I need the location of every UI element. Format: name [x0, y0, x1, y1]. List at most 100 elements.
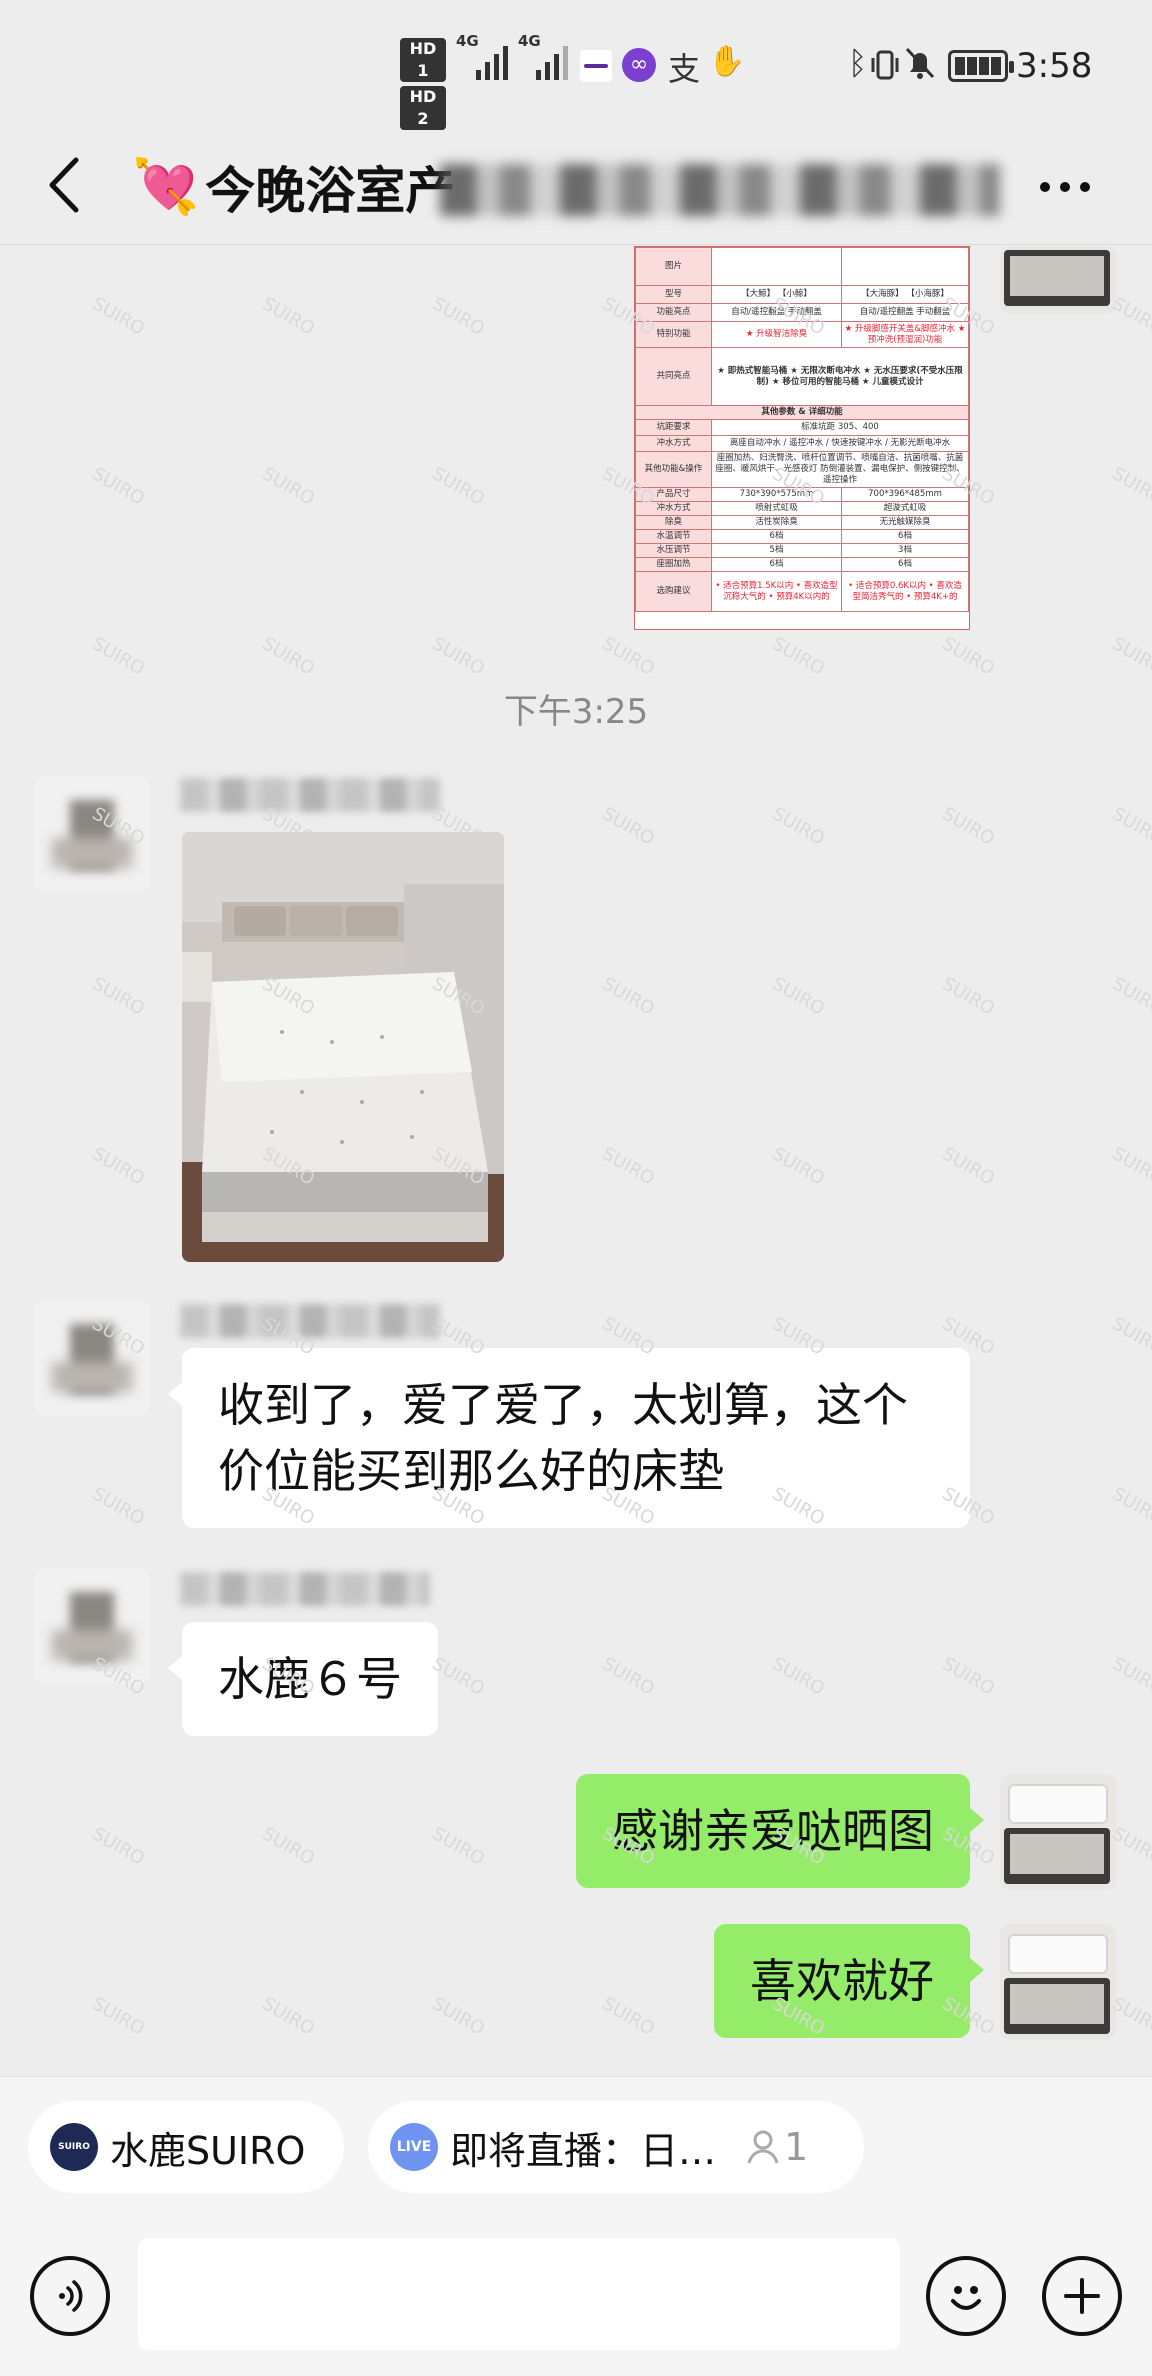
watermark-text: SUIRO — [1108, 803, 1152, 850]
self-avatar[interactable] — [1000, 1924, 1116, 2040]
table-row: 其他功能&操作 座圈加热、妇洗臀洗、喷杆位置调节、喷嘴自洁、抗菌喷嘴、抗菌座圈、暖… — [635, 451, 969, 488]
table-cell: 【大海豚】 【小海豚】 — [841, 285, 969, 304]
signal-icon-2 — [536, 40, 568, 80]
table-section-header: 其他参数 & 详细功能 — [635, 405, 969, 420]
watermark-text: SUIRO — [88, 1483, 149, 1530]
table-row: 水压调节 5档 3档 — [635, 543, 969, 558]
redacted-title — [440, 164, 1000, 216]
suiro-shop-label: 水鹿SUIRO — [110, 2128, 306, 2173]
watermark-text: SUIRO — [88, 633, 149, 680]
more-options-icon[interactable] — [1040, 182, 1090, 192]
table-row: 其他参数 & 详细功能 — [635, 405, 969, 420]
table-cell: 无光触媒除臭 — [841, 515, 969, 530]
bed-mattress-photo[interactable] — [182, 832, 504, 1262]
bluetooth-icon: ᛒ — [848, 44, 868, 82]
self-avatar[interactable] — [1000, 1774, 1116, 1890]
suiro-shop-chip[interactable]: SUIRO 水鹿SUIRO — [28, 2101, 344, 2193]
watermark-text: SUIRO — [258, 633, 319, 680]
live-stream-label: 即将直播：日… — [450, 2128, 717, 2173]
mute-bell-icon — [905, 47, 935, 79]
table-row: 座圈加热 6档 6档 — [635, 557, 969, 572]
watermark-text: SUIRO — [598, 803, 659, 850]
message-bubble[interactable]: 水鹿６号 — [168, 1622, 438, 1736]
watermark-text: SUIRO — [938, 1653, 999, 1700]
table-row: 选购建议 • 适合预算1.5K以内 • 喜欢造型沉稳大气的 • 预算4K以内的 • … — [635, 571, 969, 612]
voice-input-button[interactable] — [30, 2256, 110, 2336]
status-bar: HD 1 HD 2 4G 4G ∞ 支 ✋ ᛒ 3:58 — [0, 0, 1152, 130]
table-row: 坑距要求 标准坑距 305、400 — [635, 419, 969, 436]
watermark-text: SUIRO — [598, 633, 659, 680]
watermark-text: SUIRO — [768, 633, 829, 680]
watermark-text: SUIRO — [1108, 973, 1152, 1020]
chat-title[interactable]: 💘 今晚浴室产 — [132, 152, 455, 222]
back-arrow-icon[interactable] — [36, 150, 96, 220]
watermark-text: SUIRO — [258, 1993, 319, 2040]
emoji-button[interactable] — [926, 2256, 1006, 2336]
shortcut-bar: SUIRO 水鹿SUIRO LIVE 即将直播：日… 1 — [0, 2076, 1152, 2216]
watermark-text: SUIRO — [598, 973, 659, 1020]
message-text-input[interactable] — [138, 2238, 900, 2350]
self-message-bubble[interactable]: 感谢亲爱哒晒图 — [576, 1774, 984, 1888]
table-row-label: 产品尺寸 — [635, 487, 712, 502]
message-input-bar — [0, 2216, 1152, 2376]
watermark-text: SUIRO — [428, 463, 489, 510]
sender-avatar[interactable] — [34, 1300, 150, 1416]
message-timestamp: 下午3:25 — [503, 692, 649, 732]
watermark-text: SUIRO — [258, 463, 319, 510]
loop-app-icon: ∞ — [622, 48, 656, 82]
table-cell: 座圈加热、妇洗臀洗、喷杆位置调节、喷嘴自洁、抗菌喷嘴、抗菌座圈、暖风烘干、光感夜… — [711, 451, 969, 488]
sender-avatar[interactable] — [34, 1568, 150, 1684]
table-cell: ★ 升级智洁除臭 — [710, 321, 843, 348]
redacted-nickname — [180, 1304, 440, 1338]
vibrate-icon — [871, 50, 899, 80]
self-avatar[interactable] — [1000, 246, 1116, 314]
sender-avatar[interactable] — [34, 776, 150, 892]
bed-photo-image — [182, 832, 504, 1262]
watermark-text: SUIRO — [1108, 1313, 1152, 1360]
viewer-count-value: 1 — [784, 2125, 809, 2169]
live-badge-icon: LIVE — [390, 2123, 438, 2171]
alipay-icon: 支 — [668, 50, 701, 88]
table-row: 产品尺寸 730*390*575mm 700*396*485mm — [635, 487, 969, 502]
hd1-label: HD 1 — [400, 38, 446, 82]
table-row: 特别功能 ★ 升级智洁除臭 ★ 升级脚感开关盖&脚感冲水 ★ 预冲洗(预湿润)功能 — [635, 321, 969, 348]
watermark-text: SUIRO — [88, 1823, 149, 1870]
live-stream-chip[interactable]: LIVE 即将直播：日… 1 — [368, 2101, 864, 2193]
table-cell — [841, 247, 969, 286]
table-cell: 离座自动冲水 / 遥控冲水 / 快速按键冲水 / 无影光断电冲水 — [711, 435, 969, 452]
hd-indicator: HD 1 HD 2 — [400, 38, 448, 134]
table-row-label: 选购建议 — [635, 571, 712, 612]
table-row: 冲水方式 喷射式虹吸 超漩式虹吸 — [635, 501, 969, 516]
self-message-bubble[interactable]: 喜欢就好 — [714, 1924, 984, 2038]
watermark-text: SUIRO — [1108, 1483, 1152, 1530]
table-cell: 活性炭除臭 — [710, 515, 843, 530]
watermark-text: SUIRO — [598, 1993, 659, 2040]
watermark-text: SUIRO — [428, 1993, 489, 2040]
table-row-label: 冲水方式 — [635, 501, 712, 516]
table-cell: 自动/遥控翻盖 手动翻盖 — [841, 303, 969, 322]
watermark-text: SUIRO — [88, 293, 149, 340]
table-cell: 730*390*575mm — [710, 487, 843, 502]
watermark-text: SUIRO — [428, 293, 489, 340]
table-row: 型号 【大鲸】 【小鲸】 【大海豚】 【小海豚】 — [635, 285, 969, 304]
table-cell — [710, 247, 843, 286]
chat-messages[interactable]: 图片 型号 【大鲸】 【小鲸】 【大海豚】 【小海豚】 功能亮点 自动/遥控翻盖 手动翻盖… — [0, 246, 1152, 2076]
viewer-count: 1 — [746, 2125, 808, 2169]
message-bubble[interactable]: 收到了，爱了爱了，太划算，这个价位能买到那么好的床垫 — [168, 1348, 970, 1528]
table-row: 图片 — [635, 247, 969, 286]
table-row-label: 冲水方式 — [635, 435, 712, 452]
redacted-nickname — [180, 778, 440, 812]
suiro-logo-icon: SUIRO — [50, 2123, 98, 2171]
watermark-text: SUIRO — [88, 1143, 149, 1190]
watermark-text: SUIRO — [938, 1143, 999, 1190]
table-row-label: 除臭 — [635, 515, 712, 530]
table-cell: 700*396*485mm — [841, 487, 969, 502]
table-row-label: 特别功能 — [635, 321, 712, 348]
more-functions-button[interactable] — [1042, 2256, 1122, 2336]
table-row-label: 型号 — [635, 285, 712, 304]
redacted-nickname — [180, 1572, 430, 1606]
table-row-label: 水压调节 — [635, 543, 712, 558]
product-comparison-image[interactable]: 图片 型号 【大鲸】 【小鲸】 【大海豚】 【小海豚】 功能亮点 自动/遥控翻盖 手动翻盖… — [634, 246, 970, 630]
clock: 3:58 — [1016, 46, 1093, 86]
table-cell: ★ 升级脚感开关盖&脚感冲水 ★ 预冲洗(预湿润)功能 — [841, 321, 969, 348]
